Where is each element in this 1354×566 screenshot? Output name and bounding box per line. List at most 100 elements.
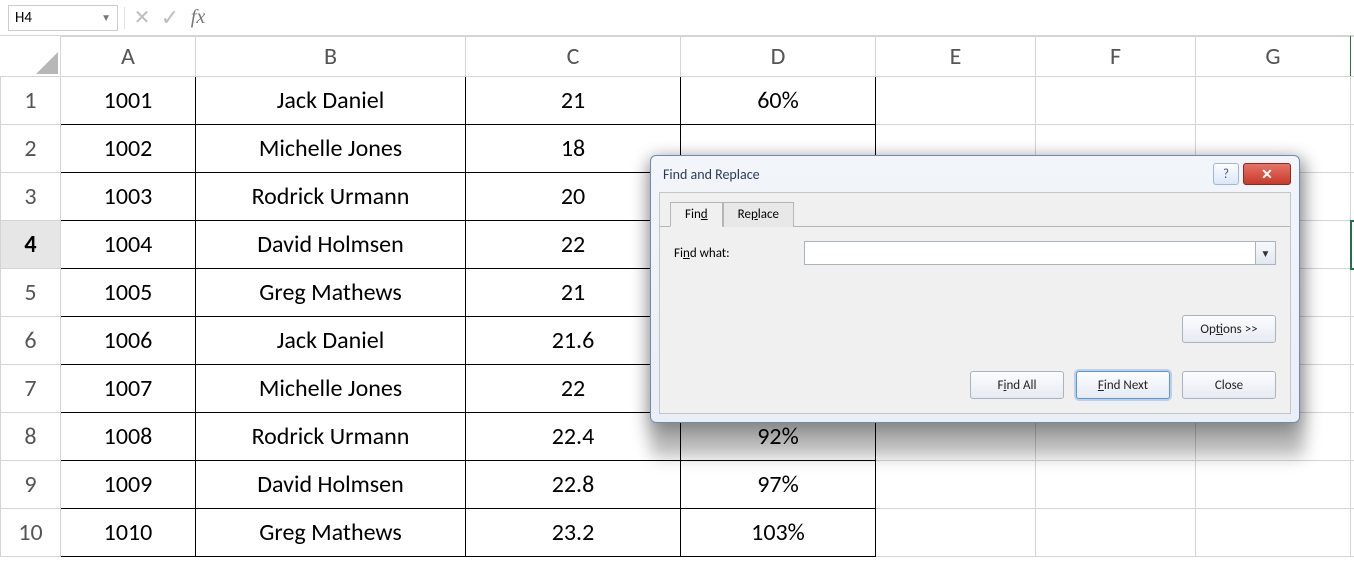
cell[interactable]: 22.8 <box>466 461 681 509</box>
cell[interactable]: Michelle Jones <box>196 125 466 173</box>
cell[interactable]: 22 <box>466 221 681 269</box>
help-icon: ? <box>1223 167 1229 182</box>
find-what-dropdown-icon[interactable]: ▼ <box>1255 242 1275 264</box>
cell[interactable] <box>1351 461 1354 509</box>
col-header-D[interactable]: D <box>681 37 876 77</box>
find-what-combo[interactable]: ▼ <box>804 241 1276 265</box>
cell[interactable] <box>1351 413 1354 461</box>
cell[interactable]: 20 <box>466 173 681 221</box>
cell[interactable]: Jack Daniel <box>196 77 466 125</box>
find-all-button[interactable]: Find All <box>970 371 1064 399</box>
table-row: 10 1010 Greg Mathews 23.2 103% <box>1 509 1354 557</box>
cell[interactable] <box>1351 269 1354 317</box>
name-box[interactable]: H4 ▼ <box>8 5 118 31</box>
row-header[interactable]: 6 <box>1 317 61 365</box>
options-button[interactable]: Options >> <box>1182 315 1276 343</box>
formula-bar: H4 ▼ ✕ ✓ fx <box>0 0 1354 36</box>
cell[interactable] <box>1036 77 1196 125</box>
cell[interactable]: 97% <box>681 461 876 509</box>
cell[interactable]: 1005 <box>61 269 196 317</box>
cell[interactable] <box>1351 173 1354 221</box>
col-header-G[interactable]: G <box>1196 37 1351 77</box>
cell[interactable]: Rodrick Urmann <box>196 413 466 461</box>
dialog-buttons: Find All Find Next Close <box>660 361 1290 413</box>
row-header[interactable]: 3 <box>1 173 61 221</box>
select-all-corner[interactable] <box>1 37 61 77</box>
enter-icon: ✓ <box>159 6 181 30</box>
row-header[interactable]: 7 <box>1 365 61 413</box>
cell[interactable]: 1001 <box>61 77 196 125</box>
row-header[interactable]: 9 <box>1 461 61 509</box>
cell[interactable] <box>1351 365 1354 413</box>
row-header[interactable]: 2 <box>1 125 61 173</box>
cell[interactable]: Greg Mathews <box>196 509 466 557</box>
close-icon: ✕ <box>1261 166 1273 183</box>
cell[interactable] <box>876 461 1036 509</box>
find-what-input[interactable] <box>805 242 1255 264</box>
cell[interactable]: 1009 <box>61 461 196 509</box>
cell[interactable] <box>876 77 1036 125</box>
cell[interactable] <box>1351 509 1354 557</box>
cell[interactable]: 21.6 <box>466 317 681 365</box>
cell-reference: H4 <box>15 9 32 27</box>
cell[interactable] <box>1351 317 1354 365</box>
cell[interactable] <box>1196 77 1351 125</box>
cell[interactable]: 1007 <box>61 365 196 413</box>
cell[interactable]: 22.4 <box>466 413 681 461</box>
dialog-title: Find and Replace <box>663 166 760 183</box>
close-button[interactable]: Close <box>1182 371 1276 399</box>
cell[interactable]: David Holmsen <box>196 461 466 509</box>
cell[interactable] <box>1036 509 1196 557</box>
cell[interactable]: Michelle Jones <box>196 365 466 413</box>
cell[interactable]: 18 <box>466 125 681 173</box>
tab-find[interactable]: Find <box>670 202 723 227</box>
fx-icon[interactable]: fx <box>187 6 209 30</box>
cell[interactable] <box>1196 461 1351 509</box>
dialog-tabs: Find Replace <box>660 193 1290 226</box>
cell[interactable]: 103% <box>681 509 876 557</box>
cell[interactable]: 23.2 <box>466 509 681 557</box>
cell[interactable]: 1010 <box>61 509 196 557</box>
find-next-button[interactable]: Find Next <box>1076 371 1170 399</box>
cell[interactable]: Jack Daniel <box>196 317 466 365</box>
cell[interactable]: Greg Mathews <box>196 269 466 317</box>
col-header-C[interactable]: C <box>466 37 681 77</box>
col-header-B[interactable]: B <box>196 37 466 77</box>
find-replace-dialog: Find and Replace ? ✕ Find Replace Find w… <box>650 155 1300 423</box>
cell[interactable]: 22 <box>466 365 681 413</box>
cell[interactable]: 1003 <box>61 173 196 221</box>
col-header-H[interactable] <box>1351 37 1354 77</box>
cell[interactable]: 21 <box>466 77 681 125</box>
cell[interactable]: 1006 <box>61 317 196 365</box>
dialog-titlebar[interactable]: Find and Replace ? ✕ <box>651 156 1299 192</box>
name-box-dropdown-icon[interactable]: ▼ <box>101 11 111 24</box>
col-header-E[interactable]: E <box>876 37 1036 77</box>
formula-input[interactable] <box>215 6 1346 30</box>
cell[interactable]: 21 <box>466 269 681 317</box>
col-header-F[interactable]: F <box>1036 37 1196 77</box>
window-close-button[interactable]: ✕ <box>1243 163 1291 185</box>
cancel-icon: ✕ <box>131 6 153 30</box>
find-panel: Find what: ▼ Options >> <box>660 226 1290 361</box>
col-header-A[interactable]: A <box>61 37 196 77</box>
selected-cell[interactable] <box>1351 221 1354 269</box>
cell[interactable] <box>1351 77 1354 125</box>
cell[interactable] <box>1036 461 1196 509</box>
find-what-label: Find what: <box>674 246 794 261</box>
cell[interactable]: 1008 <box>61 413 196 461</box>
cell[interactable] <box>1351 125 1354 173</box>
help-button[interactable]: ? <box>1213 163 1239 185</box>
cell[interactable]: 60% <box>681 77 876 125</box>
cell[interactable]: David Holmsen <box>196 221 466 269</box>
row-header[interactable]: 8 <box>1 413 61 461</box>
row-header[interactable]: 1 <box>1 77 61 125</box>
cell[interactable]: 1002 <box>61 125 196 173</box>
cell[interactable] <box>1196 509 1351 557</box>
cell[interactable] <box>876 509 1036 557</box>
row-header[interactable]: 5 <box>1 269 61 317</box>
cell[interactable]: Rodrick Urmann <box>196 173 466 221</box>
row-header[interactable]: 4 <box>1 221 61 269</box>
row-header[interactable]: 10 <box>1 509 61 557</box>
tab-replace[interactable]: Replace <box>723 202 794 227</box>
cell[interactable]: 1004 <box>61 221 196 269</box>
